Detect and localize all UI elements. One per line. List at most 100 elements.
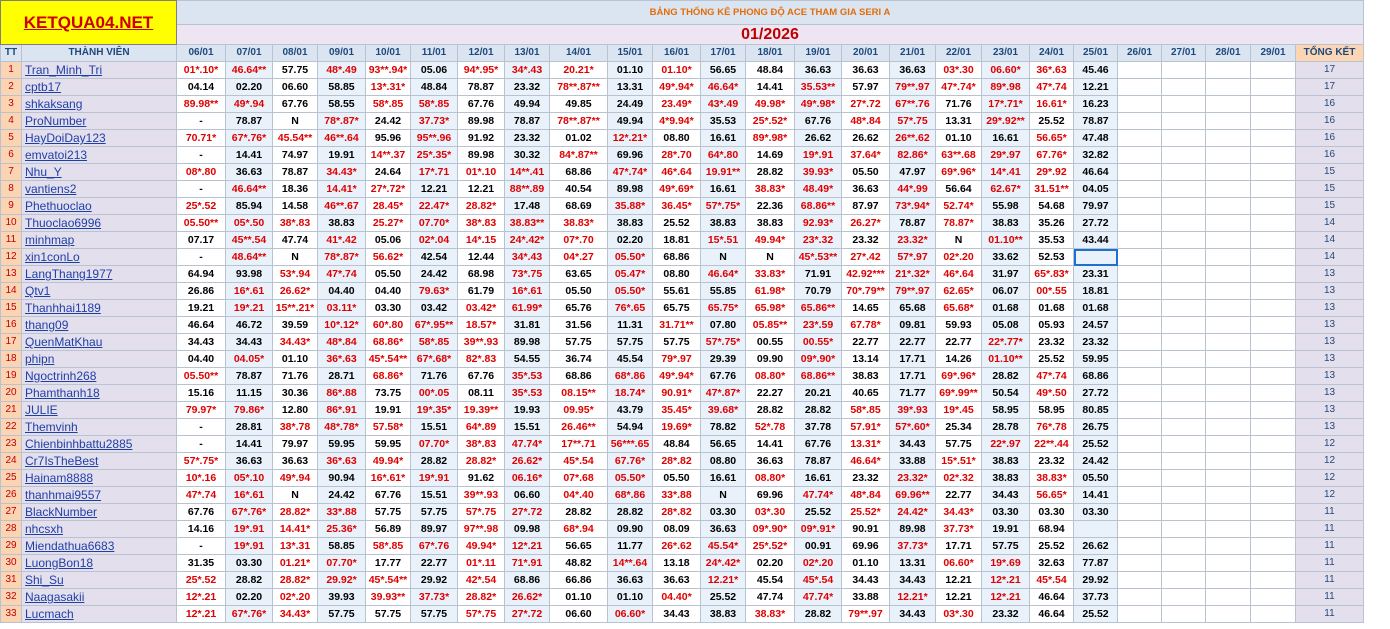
member-name-link[interactable]: QuenMatKhau (21, 333, 177, 351)
result-cell[interactable] (1205, 316, 1251, 334)
result-cell[interactable]: 54.94 (607, 418, 653, 436)
result-cell[interactable] (1205, 367, 1251, 385)
result-cell[interactable]: 59.95 (317, 435, 366, 453)
result-cell[interactable] (1117, 537, 1162, 555)
result-cell[interactable]: 28.82 (225, 571, 273, 589)
result-cell[interactable]: 27*.72 (504, 503, 550, 521)
result-cell[interactable] (1117, 571, 1162, 589)
result-cell[interactable] (1161, 231, 1206, 249)
result-cell[interactable]: 71.77 (889, 384, 936, 402)
result-cell[interactable] (1117, 605, 1162, 623)
result-cell[interactable]: 47.74* (794, 588, 842, 606)
result-cell[interactable]: 19.69* (652, 418, 701, 436)
result-cell[interactable] (1205, 180, 1251, 198)
result-cell[interactable]: 49.94 (607, 112, 653, 130)
result-cell[interactable]: - (176, 180, 226, 198)
result-cell[interactable]: N (700, 248, 746, 266)
result-cell[interactable] (1250, 350, 1296, 368)
result-cell[interactable]: 47*.74 (176, 486, 226, 504)
result-cell[interactable]: 38.83 (700, 214, 746, 232)
result-cell[interactable]: 12.21 (935, 571, 982, 589)
result-cell[interactable]: 68*.86 (607, 486, 653, 504)
result-cell[interactable]: 28.82* (272, 571, 318, 589)
result-cell[interactable]: 67.76 (700, 367, 746, 385)
result-cell[interactable] (1161, 367, 1206, 385)
result-cell[interactable]: 26**.62 (889, 129, 936, 147)
result-cell[interactable]: 67.76 (794, 435, 842, 453)
result-cell[interactable] (1250, 129, 1296, 147)
result-cell[interactable] (1205, 265, 1251, 283)
result-cell[interactable]: 57.75 (272, 61, 318, 79)
result-cell[interactable]: 89.98 (457, 146, 505, 164)
result-cell[interactable]: 48*.49 (317, 61, 366, 79)
result-cell[interactable] (1117, 146, 1162, 164)
result-cell[interactable]: 89.97 (410, 520, 458, 538)
result-cell[interactable]: - (176, 146, 226, 164)
result-cell[interactable]: 73.75 (365, 384, 411, 402)
result-cell[interactable]: 22.77 (935, 486, 982, 504)
result-cell[interactable]: 04.40 (317, 282, 366, 300)
result-cell[interactable]: 14*.15 (457, 231, 505, 249)
result-cell[interactable]: 89*.98 (981, 78, 1030, 96)
result-cell[interactable]: 39**.93 (457, 486, 505, 504)
result-cell[interactable]: 03.30 (981, 503, 1030, 521)
result-cell[interactable]: 43.79 (607, 401, 653, 419)
result-cell[interactable]: 48*.84 (841, 486, 890, 504)
result-cell[interactable] (1205, 486, 1251, 504)
result-cell[interactable] (1250, 163, 1296, 181)
result-cell[interactable]: 56.64 (935, 180, 982, 198)
member-name-link[interactable]: Ngoctrinh268 (21, 367, 177, 385)
result-cell[interactable]: 65.75* (700, 299, 746, 317)
result-cell[interactable]: 01*.10* (176, 61, 226, 79)
result-cell[interactable] (1250, 316, 1296, 334)
result-cell[interactable]: 23.32 (504, 78, 550, 96)
result-cell[interactable]: 20.21 (794, 384, 842, 402)
result-cell[interactable]: 06.60* (981, 61, 1030, 79)
result-cell[interactable] (1205, 401, 1251, 419)
result-cell[interactable]: 61.99* (504, 299, 550, 317)
result-cell[interactable]: 02*.20 (794, 554, 842, 572)
result-cell[interactable]: 36.63 (652, 571, 701, 589)
result-cell[interactable]: 30.32 (504, 146, 550, 164)
result-cell[interactable]: 09*.90* (745, 520, 795, 538)
result-cell[interactable]: 33*.88 (317, 503, 366, 521)
result-cell[interactable]: 48*.84 (841, 112, 890, 130)
result-cell[interactable] (1117, 214, 1162, 232)
result-cell[interactable]: 25.52 (1029, 537, 1074, 555)
result-cell[interactable]: 57.75 (365, 503, 411, 521)
result-cell[interactable] (1161, 129, 1206, 147)
result-cell[interactable]: 14.69 (745, 146, 795, 164)
result-cell[interactable]: 57*.75* (700, 197, 746, 215)
result-cell[interactable]: 18.81 (1073, 282, 1118, 300)
result-cell[interactable]: 05.06 (365, 231, 411, 249)
result-cell[interactable]: 48*.78* (317, 418, 366, 436)
result-cell[interactable]: 23.32* (889, 231, 936, 249)
result-cell[interactable]: 47.74 (745, 588, 795, 606)
result-cell[interactable] (1250, 180, 1296, 198)
member-name-link[interactable]: thanhmai9557 (21, 486, 177, 504)
result-cell[interactable] (1250, 401, 1296, 419)
result-cell[interactable] (1117, 231, 1162, 249)
result-cell[interactable]: 28.82* (457, 588, 505, 606)
result-cell[interactable] (1205, 588, 1251, 606)
member-name-link[interactable]: HayDoiDay123 (21, 129, 177, 147)
result-cell[interactable]: 45.54 (607, 350, 653, 368)
result-cell[interactable]: 12*.21 (176, 605, 226, 623)
result-cell[interactable]: 28.82 (549, 503, 608, 521)
result-cell[interactable]: 54.55 (504, 350, 550, 368)
result-cell[interactable]: 28.82 (794, 401, 842, 419)
result-cell[interactable] (1117, 503, 1162, 521)
result-cell[interactable] (1161, 435, 1206, 453)
result-cell[interactable]: 24.49 (607, 95, 653, 113)
result-cell[interactable]: 67*.76* (225, 605, 273, 623)
result-cell[interactable] (1161, 418, 1206, 436)
result-cell[interactable]: 02*.04 (410, 231, 458, 249)
result-cell[interactable]: 19*.91 (410, 469, 458, 487)
member-name-link[interactable]: phipn (21, 350, 177, 368)
result-cell[interactable]: 14.58 (272, 197, 318, 215)
result-cell[interactable]: 57.58* (365, 418, 411, 436)
result-cell[interactable]: 17.48 (504, 197, 550, 215)
result-cell[interactable]: 12*.21 (504, 537, 550, 555)
result-cell[interactable]: 16.61 (700, 180, 746, 198)
result-cell[interactable]: 78.82 (700, 418, 746, 436)
